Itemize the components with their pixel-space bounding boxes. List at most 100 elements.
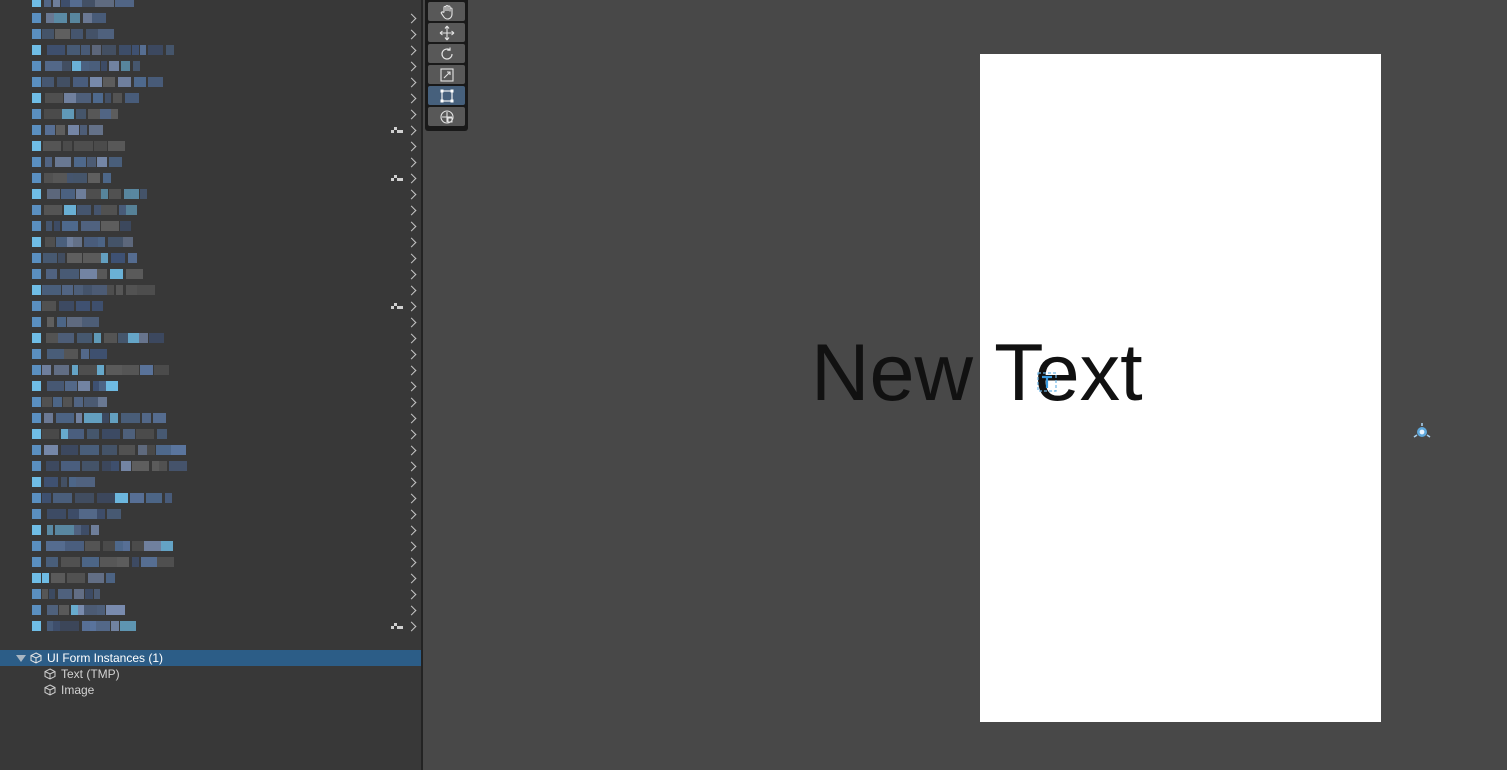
chevron-right-icon[interactable] bbox=[406, 221, 417, 232]
chevron-right-icon[interactable] bbox=[406, 509, 417, 520]
gameobject-cube-icon bbox=[30, 652, 42, 664]
hand-tool-button[interactable] bbox=[428, 2, 465, 21]
obscured-row bbox=[0, 394, 421, 410]
chevron-right-icon[interactable] bbox=[406, 525, 417, 536]
chevron-right-icon[interactable] bbox=[406, 333, 417, 344]
obscured-row bbox=[0, 570, 421, 586]
move-tool-button[interactable] bbox=[428, 23, 465, 42]
chevron-right-icon[interactable] bbox=[406, 205, 417, 216]
hierarchy-item-text-tmp[interactable]: Text (TMP) bbox=[0, 666, 421, 682]
chevron-right-icon[interactable] bbox=[406, 61, 417, 72]
chevron-right-icon[interactable] bbox=[406, 173, 417, 184]
chevron-right-icon[interactable] bbox=[406, 461, 417, 472]
obscured-row bbox=[0, 490, 421, 506]
chevron-right-icon[interactable] bbox=[406, 109, 417, 120]
rect-tool-button[interactable] bbox=[428, 86, 465, 105]
obscured-row bbox=[0, 106, 421, 122]
obscured-row bbox=[0, 538, 421, 554]
chevron-right-icon[interactable] bbox=[406, 477, 417, 488]
obscured-row bbox=[0, 442, 421, 458]
scene-text-object[interactable]: New Text bbox=[811, 330, 1143, 416]
prefab-override-icon bbox=[391, 303, 403, 309]
obscured-row bbox=[0, 522, 421, 538]
obscured-row bbox=[0, 58, 421, 74]
hierarchy-item-image[interactable]: Image bbox=[0, 682, 421, 698]
chevron-right-icon[interactable] bbox=[406, 237, 417, 248]
scene-view[interactable]: New Text bbox=[423, 0, 1507, 770]
obscured-row bbox=[0, 138, 421, 154]
chevron-right-icon[interactable] bbox=[406, 269, 417, 280]
scale-icon bbox=[439, 67, 454, 82]
transform-icon bbox=[439, 109, 454, 124]
hierarchy-item-label: Image bbox=[61, 683, 95, 697]
rotate-icon bbox=[440, 47, 453, 60]
chevron-right-icon[interactable] bbox=[406, 365, 417, 376]
chevron-right-icon[interactable] bbox=[406, 541, 417, 552]
chevron-right-icon[interactable] bbox=[406, 317, 417, 328]
obscured-row bbox=[0, 346, 421, 362]
chevron-right-icon[interactable] bbox=[406, 77, 417, 88]
chevron-right-icon[interactable] bbox=[406, 381, 417, 392]
light-gizmo-icon[interactable] bbox=[1411, 422, 1433, 442]
obscured-row bbox=[0, 26, 421, 42]
obscured-row bbox=[0, 474, 421, 490]
obscured-row bbox=[0, 0, 421, 10]
chevron-right-icon[interactable] bbox=[406, 573, 417, 584]
chevron-right-icon[interactable] bbox=[406, 349, 417, 360]
obscured-row bbox=[0, 282, 421, 298]
scale-tool-button[interactable] bbox=[428, 65, 465, 84]
hierarchy-item-ui-form-instances[interactable]: UI Form Instances (1) bbox=[0, 650, 421, 666]
chevron-right-icon[interactable] bbox=[406, 605, 417, 616]
obscured-row bbox=[0, 186, 421, 202]
obscured-row bbox=[0, 426, 421, 442]
chevron-right-icon[interactable] bbox=[406, 45, 417, 56]
chevron-right-icon[interactable] bbox=[406, 413, 417, 424]
obscured-row bbox=[0, 10, 421, 26]
scene-tools-toolbar bbox=[425, 0, 468, 131]
text-gizmo-icon[interactable] bbox=[1037, 372, 1057, 392]
obscured-row bbox=[0, 42, 421, 58]
chevron-right-icon[interactable] bbox=[406, 93, 417, 104]
obscured-row bbox=[0, 298, 421, 314]
chevron-right-icon[interactable] bbox=[406, 445, 417, 456]
obscured-row bbox=[0, 202, 421, 218]
obscured-row bbox=[0, 170, 421, 186]
obscured-row bbox=[0, 554, 421, 570]
obscured-row bbox=[0, 154, 421, 170]
gameobject-cube-icon bbox=[44, 684, 56, 696]
chevron-right-icon[interactable] bbox=[406, 29, 417, 40]
rotate-tool-button[interactable] bbox=[428, 44, 465, 63]
obscured-row bbox=[0, 506, 421, 522]
chevron-right-icon[interactable] bbox=[406, 253, 417, 264]
obscured-row bbox=[0, 122, 421, 138]
chevron-right-icon[interactable] bbox=[406, 285, 417, 296]
obscured-row bbox=[0, 74, 421, 90]
chevron-right-icon[interactable] bbox=[406, 301, 417, 312]
chevron-right-icon[interactable] bbox=[406, 557, 417, 568]
obscured-row bbox=[0, 250, 421, 266]
chevron-right-icon[interactable] bbox=[406, 429, 417, 440]
transform-tool-button[interactable] bbox=[428, 107, 465, 126]
chevron-right-icon[interactable] bbox=[406, 493, 417, 504]
prefab-override-icon bbox=[391, 175, 403, 181]
rect-transform-icon bbox=[440, 89, 453, 102]
chevron-right-icon[interactable] bbox=[406, 621, 417, 632]
obscured-row bbox=[0, 314, 421, 330]
chevron-right-icon[interactable] bbox=[406, 589, 417, 600]
move-icon bbox=[439, 25, 454, 40]
chevron-right-icon[interactable] bbox=[406, 157, 417, 168]
gameobject-cube-icon bbox=[44, 668, 56, 680]
prefab-override-icon bbox=[391, 623, 403, 629]
fold-expanded-icon[interactable] bbox=[16, 655, 26, 662]
obscured-row bbox=[0, 586, 421, 602]
obscured-row bbox=[0, 218, 421, 234]
hand-icon bbox=[440, 4, 453, 20]
obscured-row bbox=[0, 330, 421, 346]
obscured-row bbox=[0, 378, 421, 394]
chevron-right-icon[interactable] bbox=[406, 125, 417, 136]
chevron-right-icon[interactable] bbox=[406, 189, 417, 200]
chevron-right-icon[interactable] bbox=[406, 13, 417, 24]
hierarchy-item-label: UI Form Instances (1) bbox=[47, 651, 164, 665]
chevron-right-icon[interactable] bbox=[406, 141, 417, 152]
chevron-right-icon[interactable] bbox=[406, 397, 417, 408]
